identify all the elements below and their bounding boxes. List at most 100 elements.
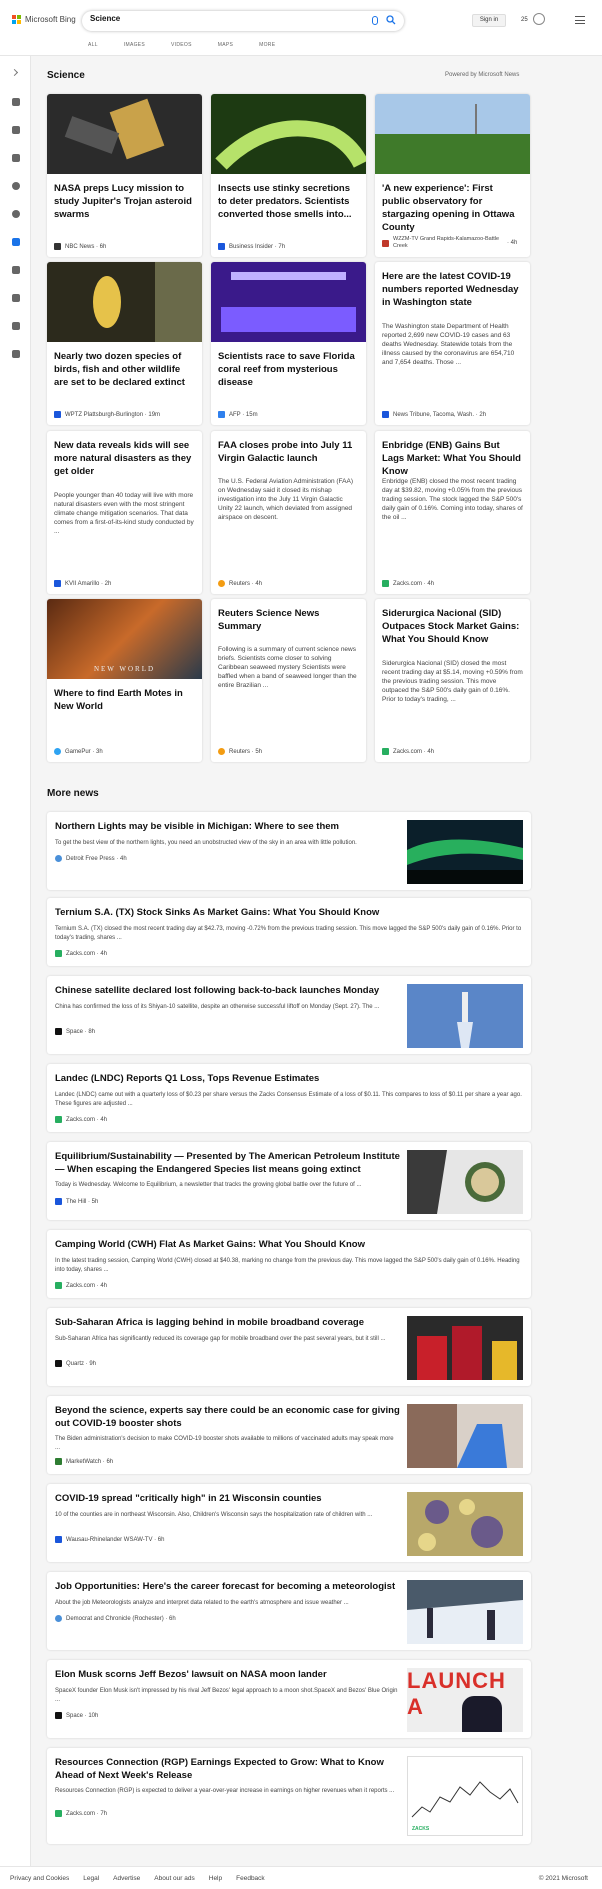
card-title[interactable]: Enbridge (ENB) Gains But Lags Market: Wh… <box>382 439 523 478</box>
rewards-points[interactable]: 25 <box>521 17 528 23</box>
card-title[interactable]: Siderurgica Nacional (SID) Outpaces Stoc… <box>382 607 523 646</box>
news-title[interactable]: Resources Connection (RGP) Earnings Expe… <box>55 1756 400 1782</box>
news-card[interactable]: Here are the latest COVID-19 numbers rep… <box>375 262 530 425</box>
more-news-item[interactable]: Sub-Saharan Africa is lagging behind in … <box>47 1308 531 1386</box>
mic-icon[interactable] <box>372 16 378 25</box>
signin-button[interactable]: Sign in <box>472 14 506 27</box>
tab-more[interactable]: MORE <box>259 42 275 48</box>
news-card[interactable]: NEW WORLD Where to find Earth Motes in N… <box>47 599 202 762</box>
news-source[interactable]: Wausau-Rhinelander WSAW-TV · 6h <box>55 1536 164 1543</box>
news-card[interactable]: FAA closes probe into July 11 Virgin Gal… <box>211 431 366 594</box>
card-source[interactable]: Zacks.com · 4h <box>382 748 523 755</box>
news-source[interactable]: Zacks.com · 4h <box>55 1282 107 1289</box>
hamburger-menu-icon[interactable] <box>575 16 585 24</box>
more-news-item[interactable]: Landec (LNDC) Reports Q1 Loss, Tops Reve… <box>47 1064 531 1132</box>
rocket-icon[interactable] <box>12 266 20 274</box>
search-icon[interactable] <box>386 15 396 25</box>
news-source[interactable]: MarketWatch · 6h <box>55 1458 113 1465</box>
news-title[interactable]: Chinese satellite declared lost followin… <box>55 984 400 997</box>
globe-icon[interactable] <box>12 210 20 218</box>
news-source[interactable]: Zacks.com · 4h <box>55 1116 107 1123</box>
footer-link-legal[interactable]: Legal <box>83 1875 99 1882</box>
footer-link-privacy[interactable]: Privacy and Cookies <box>10 1875 69 1882</box>
news-title[interactable]: Landec (LNDC) Reports Q1 Loss, Tops Reve… <box>55 1072 523 1085</box>
card-source[interactable]: Zacks.com · 4h <box>382 580 523 587</box>
tab-videos[interactable]: VIDEOS <box>171 42 192 48</box>
card-source[interactable]: GamePur · 3h <box>54 748 195 755</box>
news-title[interactable]: Elon Musk scorns Jeff Bezos' lawsuit on … <box>55 1668 400 1681</box>
news-source[interactable]: Quartz · 9h <box>55 1360 96 1367</box>
tab-all[interactable]: ALL <box>88 42 98 48</box>
search-input[interactable] <box>90 14 360 23</box>
news-card[interactable]: Enbridge (ENB) Gains But Lags Market: Wh… <box>375 431 530 594</box>
card-title[interactable]: Scientists race to save Florida coral re… <box>218 350 359 389</box>
news-title[interactable]: COVID-19 spread "critically high" in 21 … <box>55 1492 400 1505</box>
more-news-item[interactable]: Equilibrium/Sustainability — Presented b… <box>47 1142 531 1220</box>
news-card[interactable]: Scientists race to save Florida coral re… <box>211 262 366 425</box>
movie-icon[interactable] <box>12 294 20 302</box>
news-source[interactable]: Democrat and Chronicle (Rochester) · 6h <box>55 1615 176 1622</box>
card-title[interactable]: 'A new experience': First public observa… <box>382 182 523 234</box>
tools-icon[interactable] <box>12 126 20 134</box>
more-news-item[interactable]: COVID-19 spread "critically high" in 21 … <box>47 1484 531 1562</box>
news-card[interactable]: NASA preps Lucy mission to study Jupiter… <box>47 94 202 257</box>
card-title[interactable]: Reuters Science News Summary <box>218 607 359 633</box>
tab-images[interactable]: IMAGES <box>124 42 145 48</box>
rewards-icon[interactable] <box>533 13 545 25</box>
card-source[interactable]: Reuters · 4h <box>218 580 359 587</box>
card-icon[interactable] <box>12 350 20 358</box>
news-source[interactable]: The Hill · 5h <box>55 1198 98 1205</box>
location-icon[interactable] <box>12 182 20 190</box>
more-news-item[interactable]: Ternium S.A. (TX) Stock Sinks As Market … <box>47 898 531 966</box>
card-source[interactable]: WZZM-TV Grand Rapids-Kalamazoo-Battle Cr… <box>382 236 523 250</box>
news-card[interactable]: Nearly two dozen species of birds, fish … <box>47 262 202 425</box>
card-source[interactable]: NBC News · 6h <box>54 243 195 250</box>
footer-link-feedback[interactable]: Feedback <box>236 1875 265 1882</box>
news-title[interactable]: Northern Lights may be visible in Michig… <box>55 820 400 833</box>
finance-icon[interactable] <box>12 322 20 330</box>
card-title[interactable]: New data reveals kids will see more natu… <box>54 439 195 478</box>
footer-link-about-ads[interactable]: About our ads <box>154 1875 194 1882</box>
home-icon[interactable] <box>12 98 20 106</box>
flag-icon[interactable] <box>12 154 20 162</box>
news-source[interactable]: Detroit Free Press · 4h <box>55 855 127 862</box>
footer-link-advertise[interactable]: Advertise <box>113 1875 140 1882</box>
news-card[interactable]: New data reveals kids will see more natu… <box>47 431 202 594</box>
news-title[interactable]: Equilibrium/Sustainability — Presented b… <box>55 1150 400 1176</box>
news-title[interactable]: Job Opportunities: Here's the career for… <box>55 1580 400 1593</box>
footer-link-help[interactable]: Help <box>209 1875 222 1882</box>
news-card[interactable]: Reuters Science News Summary Following i… <box>211 599 366 762</box>
news-source[interactable]: Zacks.com · 7h <box>55 1810 107 1817</box>
card-source[interactable]: AFP · 15m <box>218 411 359 418</box>
news-title[interactable]: Beyond the science, experts say there co… <box>55 1404 400 1430</box>
card-source[interactable]: WPTZ Plattsburgh-Burlington · 19m <box>54 411 195 418</box>
more-news-item[interactable]: Elon Musk scorns Jeff Bezos' lawsuit on … <box>47 1660 531 1738</box>
tab-maps[interactable]: MAPS <box>218 42 233 48</box>
more-news-item[interactable]: Camping World (CWH) Flat As Market Gains… <box>47 1230 531 1298</box>
more-news-item[interactable]: Job Opportunities: Here's the career for… <box>47 1572 531 1650</box>
science-icon[interactable] <box>12 238 20 246</box>
news-title[interactable]: Camping World (CWH) Flat As Market Gains… <box>55 1238 523 1251</box>
news-source[interactable]: Zacks.com · 4h <box>55 950 107 957</box>
more-news-item[interactable]: Chinese satellite declared lost followin… <box>47 976 531 1054</box>
more-news-item[interactable]: Northern Lights may be visible in Michig… <box>47 812 531 890</box>
card-title[interactable]: FAA closes probe into July 11 Virgin Gal… <box>218 439 359 465</box>
card-title[interactable]: Insects use stinky secretions to deter p… <box>218 182 359 221</box>
news-source[interactable]: Space · 10h <box>55 1712 98 1719</box>
card-title[interactable]: NASA preps Lucy mission to study Jupiter… <box>54 182 195 221</box>
card-source[interactable]: Business Insider · 7h <box>218 243 359 250</box>
bing-logo[interactable]: Microsoft Bing <box>12 15 76 24</box>
news-card[interactable]: 'A new experience': First public observa… <box>375 94 530 257</box>
more-news-item[interactable]: Beyond the science, experts say there co… <box>47 1396 531 1474</box>
news-title[interactable]: Ternium S.A. (TX) Stock Sinks As Market … <box>55 906 523 919</box>
card-title[interactable]: Here are the latest COVID-19 numbers rep… <box>382 270 523 309</box>
card-source[interactable]: KVII Amarillo · 2h <box>54 580 195 587</box>
card-title[interactable]: Nearly two dozen species of birds, fish … <box>54 350 195 389</box>
news-source[interactable]: Space · 8h <box>55 1028 95 1035</box>
news-title[interactable]: Sub-Saharan Africa is lagging behind in … <box>55 1316 400 1329</box>
card-source[interactable]: News Tribune, Tacoma, Wash. · 2h <box>382 411 523 418</box>
card-title[interactable]: Where to find Earth Motes in New World <box>54 687 195 713</box>
news-card[interactable]: Siderurgica Nacional (SID) Outpaces Stoc… <box>375 599 530 762</box>
news-card[interactable]: Insects use stinky secretions to deter p… <box>211 94 366 257</box>
card-source[interactable]: Reuters · 5h <box>218 748 359 755</box>
